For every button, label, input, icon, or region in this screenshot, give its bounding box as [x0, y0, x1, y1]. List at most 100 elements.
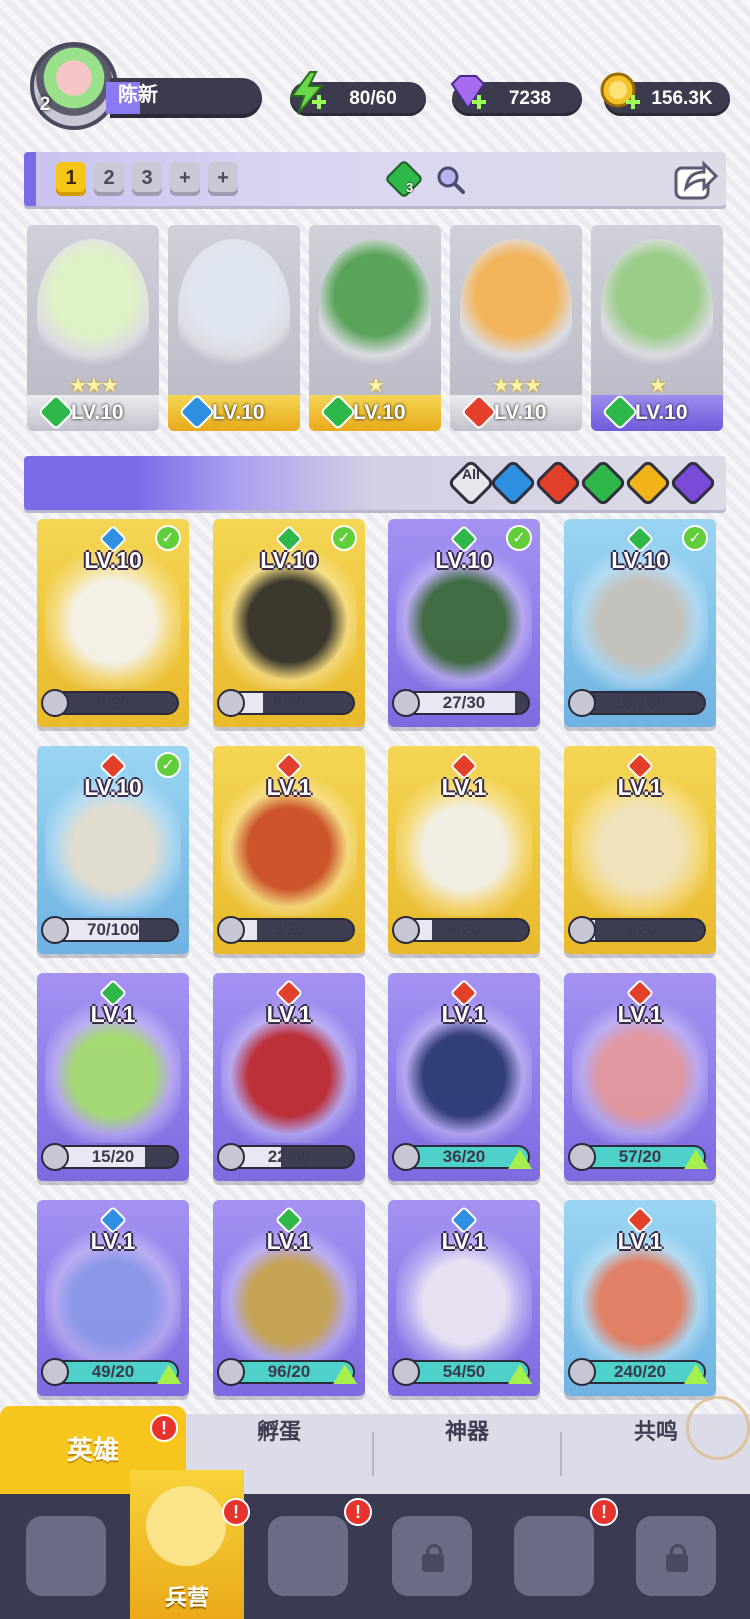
hero-card[interactable]: LV.1 5/20	[388, 746, 540, 954]
tab-heroes-badge: !	[150, 1414, 178, 1442]
hero-card[interactable]: LV.10 ✓ 9/30	[213, 519, 365, 727]
in-team-check-icon: ✓	[155, 525, 181, 551]
hero-card[interactable]: LV.10 ✓ 27/30	[388, 519, 540, 727]
upgrade-arrow-icon[interactable]	[333, 1364, 357, 1384]
hero-level: LV.1	[441, 774, 487, 800]
hero-level: LV.10	[260, 547, 318, 573]
hero-card[interactable]: LV.1 96/20	[213, 1200, 365, 1396]
hero-level: LV.10	[611, 547, 669, 573]
shard-icon	[41, 1143, 69, 1171]
coin-icon	[600, 72, 640, 109]
hero-level: LV.1	[617, 774, 663, 800]
hero-portrait	[37, 239, 149, 379]
upgrade-arrow-icon[interactable]	[508, 1364, 532, 1384]
shard-icon	[568, 689, 596, 717]
upgrade-arrow-icon[interactable]	[684, 1149, 708, 1169]
notification-badge: !	[590, 1498, 618, 1526]
hero-card[interactable]: LV.1 49/20	[37, 1200, 189, 1396]
hero-card[interactable]: LV.1 5/20	[213, 746, 365, 954]
hero-level: LV.1	[90, 1001, 136, 1027]
share-icon[interactable]	[672, 158, 718, 202]
add-team-slot-button-2[interactable]: +	[208, 162, 238, 196]
hero-card[interactable]: LV.1 240/20	[564, 1200, 716, 1396]
hero-level: LV.10	[435, 547, 493, 573]
shard-icon	[392, 689, 420, 717]
hero-level: LV.10	[635, 401, 688, 424]
floating-ring-button[interactable]	[686, 1396, 750, 1460]
team-slot-1[interactable]: 1	[56, 162, 86, 196]
tab-artifacts[interactable]: 神器	[374, 1414, 560, 1494]
nav-barracks-icon[interactable]	[146, 1486, 226, 1566]
hero-level: LV.10	[84, 547, 142, 573]
upgrade-arrow-icon[interactable]	[508, 1149, 532, 1169]
hero-level: LV.10	[84, 774, 142, 800]
lock-icon	[666, 1544, 688, 1572]
shard-icon	[217, 916, 245, 944]
nav-mushroom-icon[interactable]	[514, 1516, 594, 1596]
hero-portrait	[460, 239, 572, 379]
hero-stars: ★★★	[69, 373, 119, 397]
add-team-slot-button[interactable]: +	[170, 162, 200, 196]
shard-icon	[41, 689, 69, 717]
hero-card[interactable]: LV.1 54/50	[388, 1200, 540, 1396]
element-bonus-count: 3	[406, 180, 414, 195]
shard-icon	[392, 916, 420, 944]
shard-icon	[217, 1358, 245, 1386]
hero-level: LV.1	[441, 1228, 487, 1254]
nav-cards-icon[interactable]	[26, 1516, 106, 1596]
hero-level: LV.1	[266, 774, 312, 800]
hero-level: LV.10	[353, 401, 406, 424]
player-name: 陈新	[118, 82, 158, 106]
hero-portrait	[601, 239, 713, 379]
energy-icon	[290, 71, 326, 115]
hero-level: LV.1	[266, 1001, 312, 1027]
hero-level: LV.1	[441, 1001, 487, 1027]
hero-card[interactable]: LV.10 ✓ 0/20	[37, 519, 189, 727]
team-slot-3[interactable]: 3	[132, 162, 162, 196]
lock-icon	[422, 1544, 444, 1572]
hero-card[interactable]: LV.10 ✓ 10/100	[564, 519, 716, 727]
hero-card[interactable]: LV.10 ✓ 70/100	[37, 746, 189, 954]
shard-icon	[41, 1358, 69, 1386]
team-hero-card[interactable]: ★ LV.10	[309, 225, 441, 431]
notification-badge: !	[222, 1498, 250, 1526]
team-slot-2[interactable]: 2	[94, 162, 124, 196]
shard-icon	[568, 916, 596, 944]
hero-stars: ★★★	[492, 373, 542, 397]
shard-icon	[392, 1358, 420, 1386]
gem-icon	[450, 75, 486, 110]
player-level: 2	[39, 94, 51, 115]
hero-card[interactable]: LV.1 57/20	[564, 973, 716, 1181]
shard-icon	[217, 689, 245, 717]
top-bar: 2 陈新 80/60 7238 156.3K	[0, 0, 750, 130]
hero-level: LV.1	[617, 1001, 663, 1027]
in-team-check-icon: ✓	[682, 525, 708, 551]
notification-badge: !	[344, 1498, 372, 1526]
hero-level: LV.1	[90, 1228, 136, 1254]
shard-icon	[41, 916, 69, 944]
hero-stars: ★	[367, 373, 385, 397]
team-hero-card[interactable]: LV.10	[168, 225, 300, 431]
filter-all-label: All	[462, 466, 480, 482]
hero-portrait	[319, 239, 431, 379]
shard-icon	[568, 1358, 596, 1386]
upgrade-arrow-icon[interactable]	[157, 1364, 181, 1384]
hero-portrait	[178, 239, 290, 379]
nav-barracks-label: 兵营	[164, 1586, 209, 1611]
energy-value: 80/60	[349, 88, 397, 109]
hero-card[interactable]: LV.1 3/20	[564, 746, 716, 954]
hero-level: LV.1	[617, 1228, 663, 1254]
upgrade-arrow-icon[interactable]	[684, 1364, 708, 1384]
hero-card[interactable]: LV.1 22/50	[213, 973, 365, 1181]
hero-card[interactable]: LV.1 15/20	[37, 973, 189, 1181]
nav-map-icon[interactable]	[268, 1516, 348, 1596]
shard-icon	[392, 1143, 420, 1171]
hero-card[interactable]: LV.1 36/20	[388, 973, 540, 1181]
shard-icon	[217, 1143, 245, 1171]
hero-level: LV.10	[212, 401, 265, 424]
team-hero-card[interactable]: ★★★ LV.10	[27, 225, 159, 431]
team-hero-card[interactable]: ★★★ LV.10	[450, 225, 582, 431]
hero-level: LV.10	[71, 401, 124, 424]
search-icon[interactable]	[434, 163, 466, 195]
team-hero-card[interactable]: ★ LV.10	[591, 225, 723, 431]
